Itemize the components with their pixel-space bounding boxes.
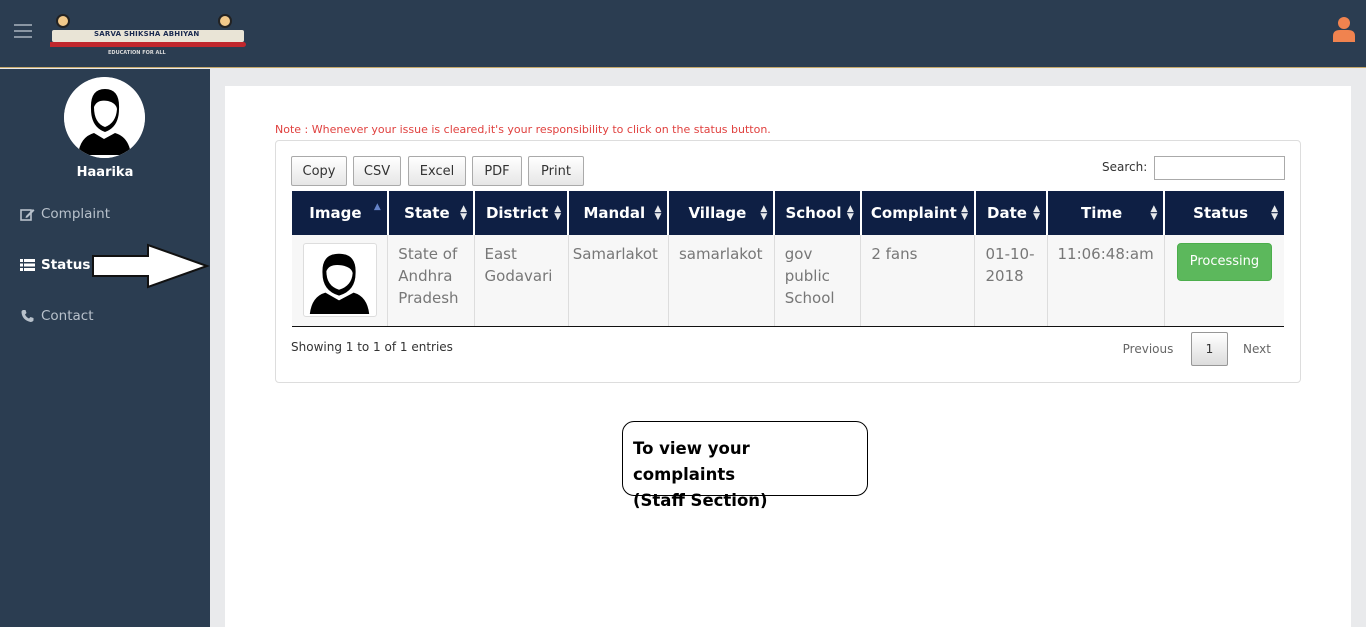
column-header-district[interactable]: District ▲ ▼ [474, 191, 570, 235]
logo[interactable]: SARVA SHIKSHA ABHIYAN EDUCATION FOR ALL [46, 12, 246, 58]
callout-line-2: (Staff Section) [633, 491, 768, 510]
sidebar-item-label: Status [41, 257, 91, 273]
sidebar-item-label: Complaint [41, 206, 111, 222]
cell-village: samarlakot [668, 235, 775, 327]
username: Haarika [76, 165, 134, 180]
table-row: State of Andhra Pradesh East Godavari Sa… [292, 235, 1284, 327]
sidebar-item-contact[interactable]: Contact [20, 308, 94, 324]
column-header-image[interactable]: Image ▲ [292, 191, 389, 235]
complaints-table: Image ▲ State ▲ ▼ District ▲ ▼ Mandal ▲ ▼ Villa… [292, 191, 1284, 327]
logo-title: SARVA SHIKSHA ABHIYAN [94, 30, 200, 38]
cell-school: gov public School [774, 235, 862, 327]
cell-mandal: Samarlakot [568, 235, 669, 327]
next-page-button[interactable]: Next [1236, 332, 1278, 366]
copy-button[interactable]: Copy [291, 156, 347, 186]
callout-line-1: To view your complaints [633, 439, 750, 484]
sidebar: Haarika Complaint Status Contact [0, 69, 210, 627]
status-button[interactable]: Processing [1176, 243, 1273, 281]
sort-icon: ▲ ▼ [654, 204, 662, 222]
cell-date: 01-10-2018 [974, 235, 1048, 327]
print-button[interactable]: Print [528, 156, 584, 186]
cell-district: East Godavari [474, 235, 569, 327]
column-header-complaint[interactable]: Complaint ▲ ▼ [860, 191, 976, 235]
profile-avatar [64, 77, 145, 158]
column-header-date[interactable]: Date ▲ ▼ [974, 191, 1049, 235]
entries-info: Showing 1 to 1 of 1 entries [291, 340, 453, 354]
complaint-image[interactable] [302, 243, 377, 317]
sort-icon: ▲ ▼ [1271, 204, 1278, 222]
hamburger-icon[interactable] [14, 24, 32, 38]
sidebar-item-complaint[interactable]: Complaint [20, 206, 110, 222]
csv-button[interactable]: CSV [353, 156, 401, 186]
edit-icon [20, 209, 35, 221]
cell-time: 11:06:48:am [1047, 235, 1165, 327]
table-header-row: Image ▲ State ▲ ▼ District ▲ ▼ Mandal ▲ ▼ Villa… [292, 191, 1284, 235]
phone-icon [21, 310, 34, 322]
list-icon [20, 259, 35, 271]
previous-page-button[interactable]: Previous [1112, 332, 1184, 366]
page-1-button[interactable]: 1 [1191, 332, 1228, 366]
cell-state: State of Andhra Pradesh [387, 235, 475, 327]
sort-icon: ▲ ▼ [1150, 204, 1158, 222]
sort-icon: ▲ ▼ [554, 204, 562, 222]
excel-button[interactable]: Excel [408, 156, 466, 186]
note-text: Note : Whenever your issue is cleared,it… [275, 123, 771, 136]
pdf-button[interactable]: PDF [472, 156, 522, 186]
column-header-status[interactable]: Status ▲ ▼ [1164, 191, 1284, 235]
sort-icon: ▲ ▼ [460, 204, 468, 222]
sort-icon: ▲ ▼ [1033, 204, 1040, 222]
sidebar-item-label: Contact [41, 308, 94, 324]
sort-icon: ▲ ▼ [846, 204, 854, 222]
column-header-state[interactable]: State ▲ ▼ [387, 191, 476, 235]
pointer-arrow [92, 243, 210, 289]
top-bar: SARVA SHIKSHA ABHIYAN EDUCATION FOR ALL [0, 0, 1366, 68]
logo-tagline: EDUCATION FOR ALL [108, 50, 166, 56]
cell-complaint: 2 fans [860, 235, 976, 327]
column-header-mandal[interactable]: Mandal ▲ ▼ [568, 191, 670, 235]
sort-icon: ▲ ▼ [961, 204, 968, 222]
sidebar-item-status[interactable]: Status [20, 257, 90, 273]
sort-asc-icon: ▲ [373, 202, 381, 212]
column-header-school[interactable]: School ▲ ▼ [774, 191, 862, 235]
user-icon[interactable] [1332, 16, 1356, 42]
search-label: Search: [1102, 160, 1148, 174]
sort-icon: ▲ ▼ [760, 204, 768, 222]
column-header-village[interactable]: Village ▲ ▼ [668, 191, 776, 235]
column-header-time[interactable]: Time ▲ ▼ [1047, 191, 1166, 235]
annotation-callout: To view your complaints (Staff Section) [622, 421, 868, 510]
search-input[interactable] [1154, 156, 1285, 180]
